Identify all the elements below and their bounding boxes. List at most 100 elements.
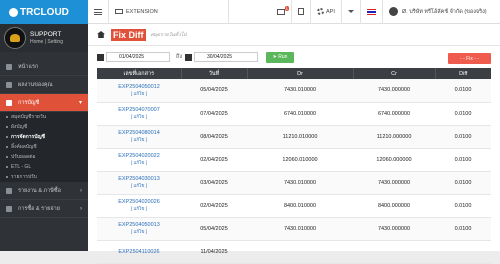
- col-doc-no[interactable]: เลขที่เอกสาร: [97, 68, 182, 79]
- diff-cell: [435, 240, 491, 264]
- doc-link[interactable]: EXP2504110026: [97, 249, 181, 255]
- cr-cell: 7430.000000: [353, 171, 435, 195]
- cr-cell: 11210.000000: [353, 125, 435, 149]
- page-title: Fix Diff: [111, 28, 146, 41]
- monitor-icon: [115, 9, 123, 14]
- sub-item-adjustments[interactable]: รายการปรับ: [0, 172, 88, 182]
- edit-link[interactable]: [ แก้ไข ]: [97, 182, 181, 189]
- sub-item-account-link[interactable]: ลิ้งค์ผลบัญชี: [0, 142, 88, 152]
- dropdown-button[interactable]: [342, 0, 361, 24]
- sidebar-item-accounting[interactable]: การบัญชี ▾: [0, 94, 88, 112]
- diff-cell: 0.0100: [435, 171, 491, 195]
- cr-cell: 12060.000000: [353, 148, 435, 172]
- home-link[interactable]: Home: [30, 39, 43, 45]
- user-menu[interactable]: Ø. บริษัท ทรีโอ้ลัคช์ จำกัด (ของจริง): [383, 0, 493, 24]
- col-cr[interactable]: Cr: [353, 68, 436, 79]
- menu-toggle[interactable]: [88, 0, 109, 24]
- api-button[interactable]: API: [311, 0, 342, 24]
- language-button[interactable]: [361, 0, 383, 24]
- top-bar: EXTENSION 1 API Ø. บริษัท ทรีโอ้ลัคช์ จำ…: [88, 0, 500, 24]
- date-cell: 02/04/2025: [181, 148, 247, 172]
- cr-cell: 8400.000000: [353, 194, 435, 218]
- cloud-icon: [9, 7, 18, 17]
- dr-cell: 8400.010000: [247, 194, 353, 218]
- filter-row: 01/04/2025 ถึง 30/04/2025 ➤ Run: [88, 46, 500, 68]
- diff-cell: 0.0100: [435, 194, 491, 218]
- edit-link[interactable]: [ แก้ไข ]: [97, 228, 181, 235]
- user-avatar-icon: [388, 7, 398, 16]
- table-row: EXP2504070007[ แก้ไข ] 07/04/2025 6740.0…: [97, 102, 491, 126]
- dr-cell: 7430.010000: [247, 217, 353, 241]
- diff-cell: 0.0100: [435, 125, 491, 149]
- box-button[interactable]: [292, 0, 311, 24]
- chevron-right-icon: ›: [80, 187, 82, 194]
- envelope-icon: 1: [277, 5, 289, 15]
- profile: SUPPORT Home | Setting: [0, 24, 88, 52]
- page-subtitle: สมุดรายวันทั่วไป: [150, 31, 187, 38]
- table-row: EXP2504020026[ แก้ไข ] 02/04/2025 8400.0…: [97, 194, 491, 218]
- mail-button[interactable]: 1: [271, 0, 292, 24]
- dr-cell: [247, 240, 353, 264]
- dr-cell: 6740.010000: [247, 102, 353, 126]
- box-icon: [298, 8, 304, 15]
- col-date[interactable]: วันที่: [181, 68, 248, 79]
- edit-link[interactable]: [ แก้ไข ]: [97, 159, 181, 166]
- logo-text: TRCLOUD: [20, 6, 69, 18]
- home-icon: [6, 63, 12, 70]
- dr-cell: 12060.010000: [247, 148, 353, 172]
- home-icon[interactable]: [97, 31, 105, 38]
- hamburger-icon: [94, 8, 102, 15]
- col-dr[interactable]: Dr: [247, 68, 354, 79]
- sidebar-item-home[interactable]: หน้าแรก: [0, 58, 88, 76]
- sub-item-account-management[interactable]: การจัดการบัญชี: [0, 132, 88, 142]
- date-cell: 02/04/2025: [181, 194, 247, 218]
- page-header: Fix Diff สมุดรายวันทั่วไป: [88, 24, 500, 46]
- thai-flag-icon: [366, 8, 376, 15]
- edit-link[interactable]: [ แก้ไข ]: [97, 113, 181, 120]
- sub-item-journal[interactable]: สมุดบัญชีรายวัน: [0, 112, 88, 122]
- sidebar-nav: หน้าแรก ผลงานของคุณ การบัญชี ▾ สมุดบัญชีร…: [0, 58, 88, 218]
- sidebar: TRCLOUD SUPPORT Home | Setting หน้าแรก ผ…: [0, 0, 88, 251]
- chevron-down-icon: ▾: [78, 100, 82, 106]
- edit-link[interactable]: [ แก้ไข ]: [97, 205, 181, 212]
- calendar-icon[interactable]: [185, 53, 192, 61]
- extension-button[interactable]: EXTENSION: [109, 0, 229, 24]
- sidebar-item-purchase[interactable]: การซื้อ & รายจ่าย ›: [0, 200, 88, 218]
- fix-button[interactable]: - - Fix - -: [448, 53, 491, 64]
- cr-cell: 7430.000000: [353, 217, 435, 241]
- edit-link[interactable]: [ แก้ไข ]: [97, 90, 181, 97]
- to-label: ถึง: [175, 54, 182, 60]
- date-to-input[interactable]: 30/04/2025: [194, 52, 258, 62]
- sub-item-chart-of-accounts[interactable]: ผังบัญชี: [0, 122, 88, 132]
- sub-item-etl-gl[interactable]: ETL - GL: [0, 162, 88, 172]
- date-cell: 07/04/2025: [181, 102, 247, 126]
- report-icon: [6, 187, 12, 194]
- diff-cell: 0.0100: [435, 148, 491, 172]
- date-cell: 11/04/2025: [181, 240, 247, 264]
- date-cell: 08/04/2025: [181, 125, 247, 149]
- dr-cell: 11210.010000: [247, 125, 353, 149]
- setting-link[interactable]: Setting: [47, 39, 63, 45]
- cart-icon: [6, 205, 12, 212]
- sub-item-adjust[interactable]: ปรับยอดต่อ: [0, 152, 88, 162]
- profile-name: SUPPORT: [30, 31, 62, 38]
- edit-link[interactable]: [ แก้ไข ]: [97, 136, 181, 143]
- date-from-input[interactable]: 01/04/2025: [106, 52, 170, 62]
- table-row: EXP2504020022[ แก้ไข ] 02/04/2025 12060.…: [97, 148, 491, 172]
- sidebar-item-tax-report[interactable]: รายงาน & ภาษีซื้อ ›: [0, 182, 88, 200]
- date-cell: 05/04/2025: [181, 217, 247, 241]
- calendar-icon[interactable]: [97, 53, 104, 61]
- col-diff[interactable]: Diff: [435, 68, 491, 79]
- table-row: EXP2504080014[ แก้ไข ] 08/04/2025 11210.…: [97, 125, 491, 149]
- app-logo[interactable]: TRCLOUD: [0, 0, 88, 24]
- run-button[interactable]: ➤ Run: [266, 51, 294, 63]
- cr-cell: [353, 240, 435, 264]
- mail-badge: 1: [284, 5, 289, 11]
- diff-cell: 0.0100: [435, 102, 491, 126]
- avatar[interactable]: [4, 27, 26, 49]
- diff-table: เลขที่เอกสาร วันที่ Dr Cr Diff EXP250405…: [97, 68, 491, 264]
- cr-cell: 6740.000000: [353, 102, 435, 126]
- sidebar-item-performance[interactable]: ผลงานของคุณ: [0, 76, 88, 94]
- cr-cell: 7430.000000: [353, 79, 435, 103]
- diff-cell: 0.0100: [435, 79, 491, 103]
